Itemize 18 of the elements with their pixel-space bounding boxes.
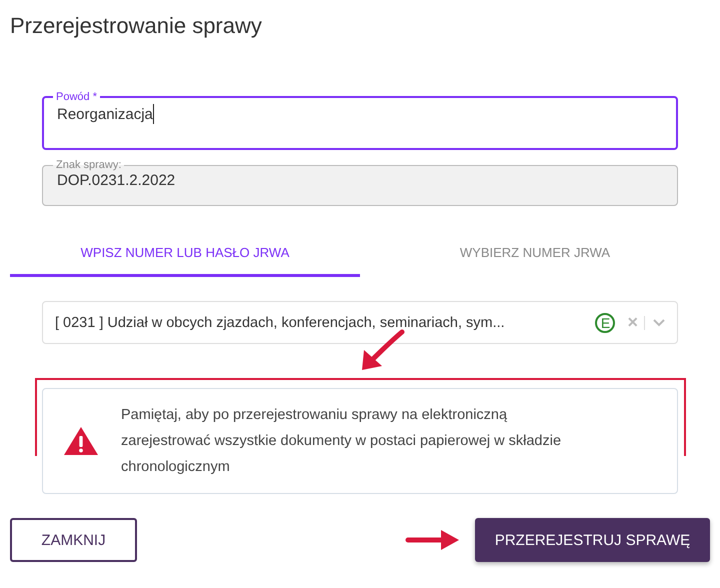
alert-message: Pamiętaj, aby po przerejestrowaniu sprawy na elektroniczną zarejestrować wszystkie dokumenty w postaci papierowej w składzie chronologicznym — [121, 406, 562, 477]
field-value: Reorganizacja — [57, 106, 153, 122]
dialog-title: Przerejestrowanie sprawy — [10, 12, 263, 40]
tab[interactable]: WPISZ NUMER LUB HASŁO JRWA — [10, 230, 360, 277]
electronic-badge: E — [595, 312, 616, 332]
field-value: DOP.0231.2.2022 — [57, 172, 176, 189]
field-label: Znak sprawy: — [55, 158, 122, 172]
chevron-down-icon[interactable] — [653, 318, 665, 326]
text-cursor — [152, 104, 154, 124]
tab[interactable]: WYBIERZ NUMER JRWA — [360, 230, 710, 277]
warning-icon — [63, 426, 99, 456]
dialog-button[interactable]: ZAMKNIJ — [10, 518, 137, 562]
field-label: Powód * — [55, 90, 98, 104]
text-field[interactable]: Powód * Reorganizacja — [42, 90, 678, 150]
annotation-arrow — [405, 528, 461, 552]
jrwa-select[interactable]: [ 0231 ] Udział w obcych zjazdach, konferencjach, seminariach, sym... E × — [42, 301, 678, 344]
dialog-button[interactable]: PRZEREJESTRUJ SPRAWĘ — [475, 518, 710, 562]
select-value: [ 0231 ] Udział w obcych zjazdach, konferencjach, seminariach, sym... — [55, 314, 506, 330]
